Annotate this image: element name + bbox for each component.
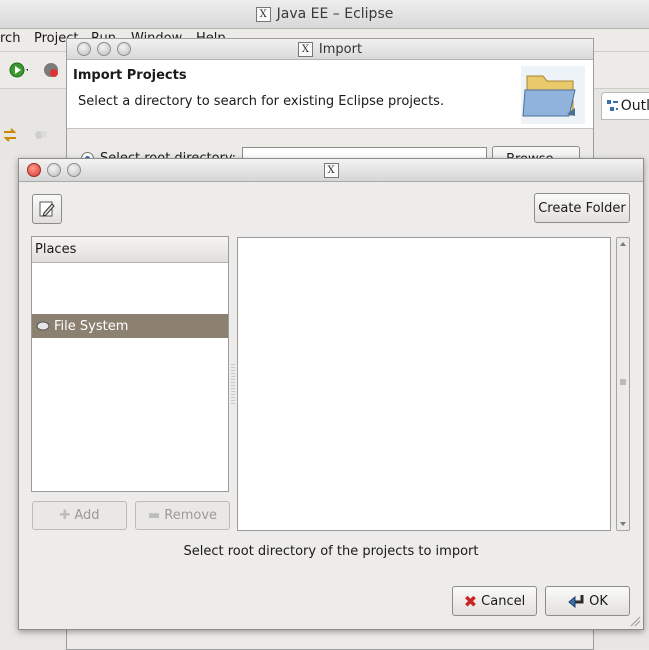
type-location-button[interactable]: [32, 194, 62, 224]
toolbar-disabled-icon: [35, 131, 47, 139]
x11-icon: X: [297, 41, 313, 57]
outline-icon: [607, 100, 618, 111]
ok-button[interactable]: OK: [545, 586, 630, 616]
chooser-titlebar: X: [19, 159, 643, 182]
cancel-label: Cancel: [481, 593, 526, 609]
eclipse-window-title: Java EE – Eclipse: [276, 6, 394, 22]
create-folder-button[interactable]: Create Folder: [534, 193, 630, 223]
import-header: Import Projects Select a directory to se…: [67, 60, 593, 129]
eclipse-left-strip: [0, 89, 66, 159]
import-header-description: Select a directory to search for existin…: [78, 94, 445, 109]
outline-tab-label: Outl: [620, 98, 649, 114]
debug-run-icon[interactable]: [42, 60, 62, 80]
import-maximize-button[interactable]: [117, 42, 131, 56]
x11-icon: X: [255, 6, 271, 22]
resize-grip-icon[interactable]: [629, 615, 641, 627]
add-bookmark-button: ✚ Add: [32, 501, 127, 530]
edit-icon: [39, 201, 55, 217]
ok-label: OK: [589, 593, 608, 609]
chooser-minimize-button[interactable]: [47, 163, 61, 177]
remove-icon: ▬: [147, 508, 161, 523]
cancel-icon: ✖: [463, 591, 478, 611]
cancel-button[interactable]: ✖ Cancel: [452, 586, 537, 616]
places-panel: Places File System: [31, 236, 229, 492]
remove-bookmark-button: ▬ Remove: [135, 501, 230, 530]
add-label: Add: [74, 508, 100, 523]
file-list-scrollbar[interactable]: [616, 237, 630, 531]
chooser-status-text: Select root directory of the projects to…: [183, 544, 479, 559]
remove-label: Remove: [164, 508, 218, 523]
scroll-up-icon[interactable]: [619, 240, 627, 248]
run-icon[interactable]: [8, 60, 28, 80]
eclipse-titlebar: X Java EE – Eclipse: [0, 0, 649, 29]
place-label: File System: [54, 318, 129, 334]
chooser-maximize-button[interactable]: [67, 163, 81, 177]
folder-chooser-dialog: X Create Folder Places File System ✚ Add…: [18, 158, 644, 630]
add-icon: ✚: [59, 508, 71, 523]
import-minimize-button[interactable]: [97, 42, 111, 56]
import-header-title: Import Projects: [73, 68, 187, 83]
import-close-button[interactable]: [77, 42, 91, 56]
outline-tab[interactable]: Outl: [601, 92, 649, 120]
file-list[interactable]: [237, 237, 611, 531]
places-header[interactable]: Places: [32, 237, 228, 263]
scroll-down-icon[interactable]: [619, 520, 627, 528]
folder-open-icon: [521, 66, 585, 124]
drive-icon: [36, 321, 50, 331]
import-titlebar: X Import: [67, 39, 593, 60]
chooser-close-button[interactable]: [27, 163, 41, 177]
x11-icon: X: [323, 162, 339, 178]
scroll-grip-icon: [620, 379, 626, 385]
sync-icon[interactable]: [2, 127, 18, 143]
ok-icon: [568, 595, 584, 609]
pane-splitter[interactable]: [231, 364, 235, 404]
menu-search[interactable]: rch: [0, 31, 20, 46]
import-window-title: Import: [318, 41, 363, 57]
place-file-system[interactable]: File System: [32, 314, 228, 338]
